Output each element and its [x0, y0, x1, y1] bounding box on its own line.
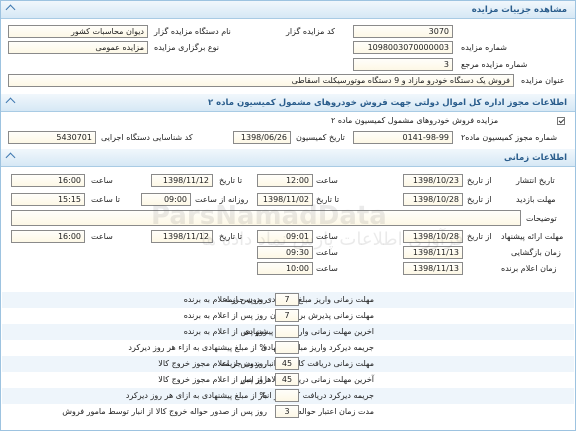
deadline-row: مهلت زمانی واریز مبلغ پیشنهادی بدون جریم… [2, 292, 574, 308]
gov-header-title: اطلاعات مجوز اداره کل اموال دولتی جهت فر… [207, 98, 567, 108]
commission-date-field[interactable]: 1398/06/26 [233, 131, 291, 144]
article2-checkbox-label: مزایده فروش خودروهای مشمول کمیسیون ماده … [331, 116, 499, 125]
title-field[interactable]: فروش یک دستگاه خودرو مازاد و 9 دستگاه مو… [8, 74, 514, 87]
code-field[interactable]: 3070 [353, 25, 453, 38]
deadline-row: مهلت زمانی پذیرش برنده بودن 7 روز پس از … [2, 308, 574, 324]
device-field[interactable]: دیوان محاسبات کشور [8, 25, 148, 38]
publish-from-date[interactable]: 1398/10/23 [403, 174, 463, 187]
timing-header[interactable]: اطلاعات زمانی [1, 149, 575, 167]
number-field[interactable]: 1098003070000003 [353, 41, 453, 54]
publish-label: تاریخ انتشار [516, 176, 555, 185]
deadline-unit: % از مبلغ پیشنهادی به ازای هر روز دیرکرد [125, 391, 267, 400]
device-label-text: نام دستگاه مزایده گزار [154, 27, 231, 36]
publish-from-time[interactable]: 12:00 [257, 174, 313, 187]
code-label: کد مزایده گزار [286, 27, 335, 36]
deadline-unit: روز پس از اعلام مجوز خروج کالا [158, 359, 267, 368]
type-label: نوع برگزاری مزایده [154, 43, 219, 52]
deadline-row: مدت زمان اعتبار حواله خروج 3 روز پس از ص… [2, 404, 574, 420]
winner-time-label: ساعت [316, 264, 338, 273]
watermark: ParsNamadData [151, 201, 387, 231]
offer-to-time[interactable]: 16:00 [11, 230, 85, 243]
collapse-chevron-icon[interactable] [5, 152, 16, 163]
deadline-value[interactable]: 7 [275, 293, 299, 306]
deadline-row: مهلت زمانی دریافت کالاها از انبار بدون ج… [2, 356, 574, 372]
deadline-value[interactable]: 7 [275, 309, 299, 322]
ref-label: شماره مزایده مرجع [461, 60, 528, 69]
auction-details-panel: مشاهده جزییات مزایده کد مزایده گزار 3070… [0, 0, 576, 431]
commission-date-label: تاریخ کمیسیون [296, 133, 345, 142]
deadline-unit: % از مبلغ پیشنهادی به ازاء هر روز دیرکرد [128, 343, 267, 352]
deadline-row: آخرین مهلت زمانی دریافت کالاها از انبار … [2, 372, 574, 388]
number-label: شماره مزایده [461, 43, 507, 52]
opening-label: زمان بازگشایی [511, 248, 561, 257]
publish-to-date[interactable]: 1398/11/12 [151, 174, 213, 187]
publish-to-time[interactable]: 16:00 [11, 174, 85, 187]
publish-to-time-label: ساعت [91, 176, 113, 185]
winner-label: زمان اعلام برنده [501, 264, 557, 273]
title-label: عنوان مزایده [521, 76, 565, 85]
daily-to-label: تا ساعت [91, 195, 120, 204]
exec-code-field[interactable]: 5430701 [8, 131, 96, 144]
article2-checkbox[interactable] [557, 117, 565, 125]
offer-to-time-label: ساعت [91, 232, 113, 241]
details-header-title: مشاهده جزییات مزایده [471, 5, 567, 15]
deadline-value[interactable]: 45 [275, 357, 299, 370]
winner-date[interactable]: 1398/11/13 [403, 262, 463, 275]
deadline-value[interactable] [275, 341, 299, 354]
permit-label: شماره مجوز کمیسیون ماده۲ [461, 133, 558, 142]
daily-to-time[interactable]: 15:15 [11, 193, 85, 206]
deadline-unit: روز پس از اعلام به برنده [183, 295, 267, 304]
deadline-value[interactable]: 45 [275, 373, 299, 386]
collapse-chevron-icon[interactable] [5, 4, 16, 15]
exec-code-label: کد شناسایی دستگاه اجرایی [101, 133, 193, 142]
deadline-unit: روز پس از اعلام به برنده [183, 311, 267, 320]
offer-from-label: از تاریخ [467, 232, 492, 241]
deadline-unit: روز پس از صدور حواله خروج کالا از انبار … [62, 407, 267, 416]
deadline-row: جریمه دیرکرد واریز مبلغ پیشنهادی % از مب… [2, 340, 574, 356]
collapse-chevron-icon[interactable] [5, 97, 16, 108]
visit-from-date[interactable]: 1398/10/28 [403, 193, 463, 206]
deadline-value[interactable] [275, 325, 299, 338]
permit-field[interactable]: 0141-98-99 [353, 131, 453, 144]
deadline-unit: روز پس از اعلام مجوز خروج کالا [158, 375, 267, 384]
type-field[interactable]: مزایده عمومی [8, 41, 148, 54]
visit-from-label: از تاریخ [467, 195, 492, 204]
timing-header-title: اطلاعات زمانی [503, 153, 567, 163]
deadline-value[interactable] [275, 389, 299, 402]
deadline-value[interactable]: 3 [275, 405, 299, 418]
ref-field[interactable]: 3 [353, 58, 453, 71]
offer-label: مهلت ارائه پیشنهاد [501, 232, 564, 241]
visit-label: مهلت بازدید [516, 195, 556, 204]
publish-from-label: از تاریخ [467, 176, 492, 185]
winner-time[interactable]: 10:00 [257, 262, 313, 275]
deadline-row: جریمه دیرکرد دریافت کالاها از انبار % از… [2, 388, 574, 404]
gov-header[interactable]: اطلاعات مجوز اداره کل اموال دولتی جهت فر… [1, 94, 575, 112]
details-header[interactable]: مشاهده جزییات مزایده [1, 1, 575, 19]
deadline-row: اخرین مهلت زمانی واریز مبلغ پیشنهادی روز… [2, 324, 574, 340]
watermark-subtitle: فرآوری اطلاعات پارس نماد داده ها [201, 229, 464, 250]
publish-to-label: تا تاریخ [219, 176, 243, 185]
notes-label: توضیحات [526, 214, 557, 223]
publish-from-time-label: ساعت [316, 176, 338, 185]
deadline-unit: روز پس از اعلام به برنده [183, 327, 267, 336]
